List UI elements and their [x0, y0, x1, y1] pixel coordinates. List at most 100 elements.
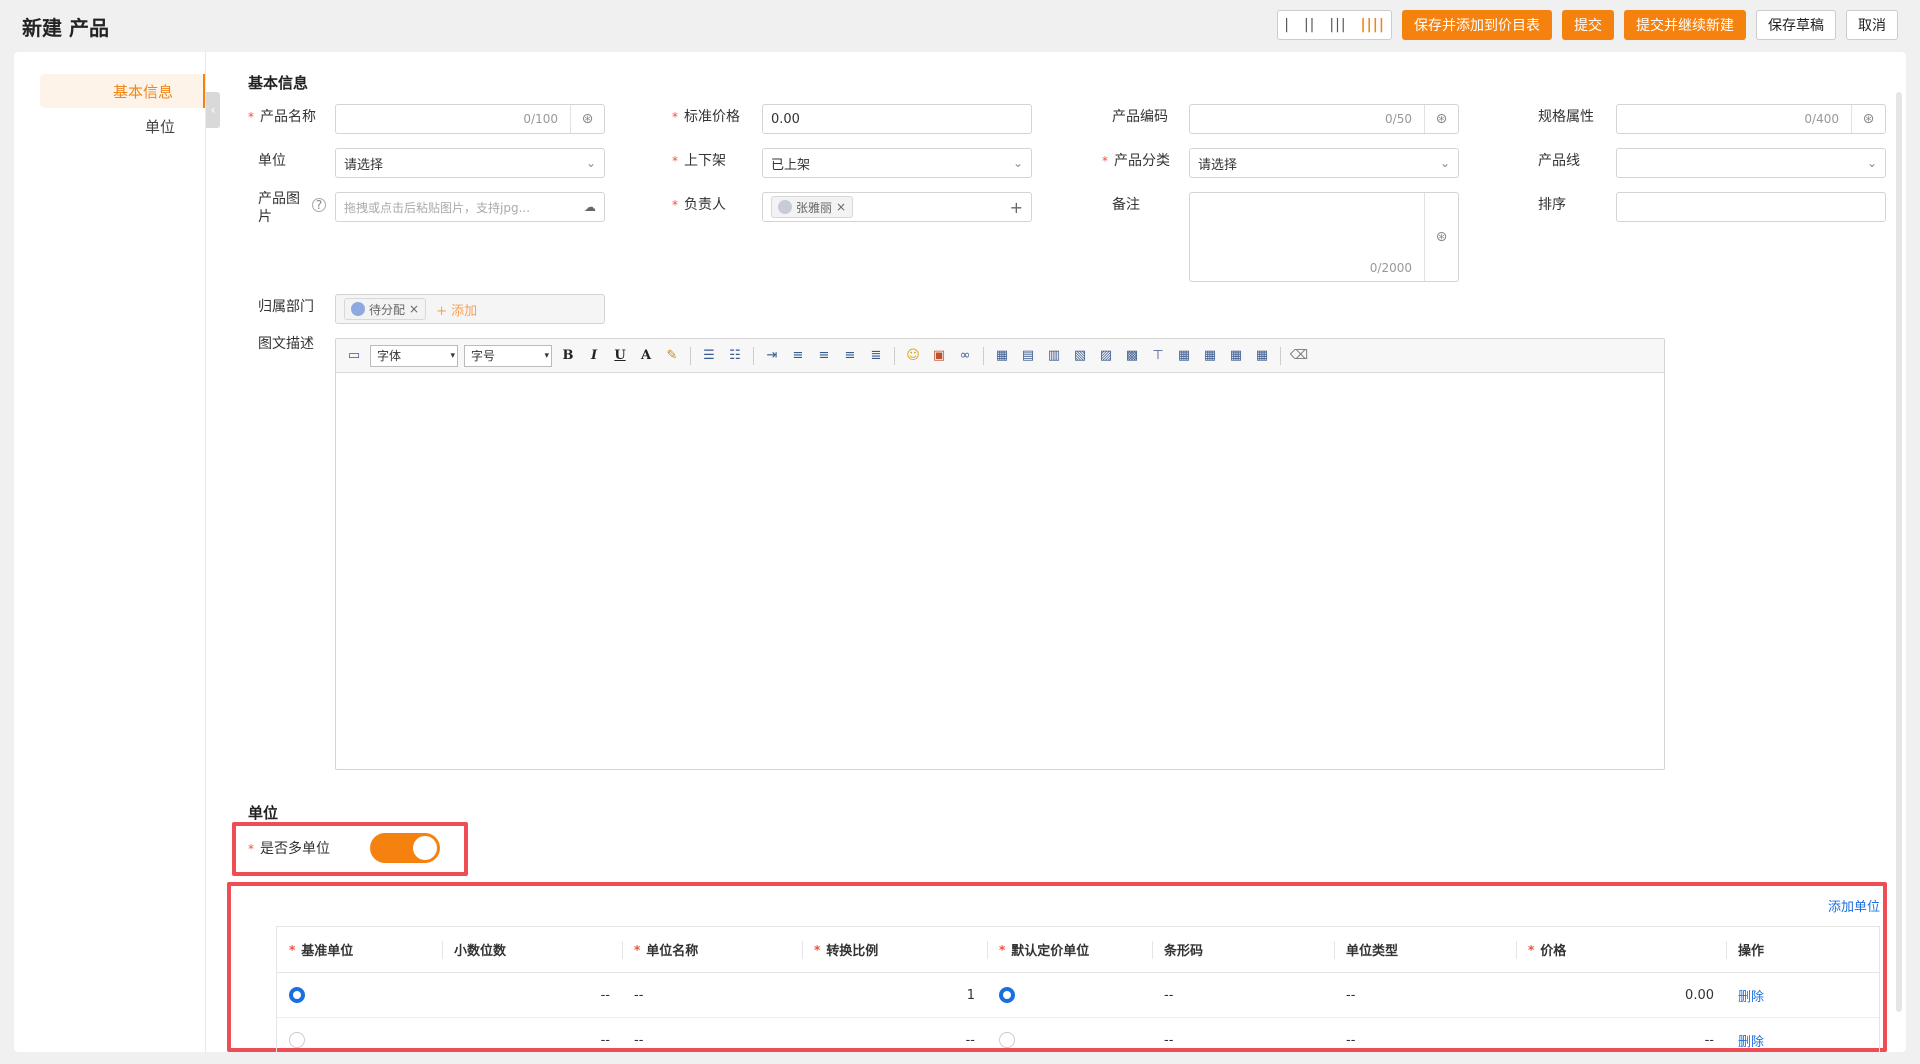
ordered-list-icon[interactable]: ☰: [699, 346, 719, 366]
insert-row-icon[interactable]: ▧: [1070, 346, 1090, 366]
layout-2-column-icon[interactable]: ||: [1304, 17, 1315, 33]
product-line-select[interactable]: ⌄: [1616, 148, 1886, 178]
delete-column-icon[interactable]: ⊤: [1148, 346, 1168, 366]
editor-body[interactable]: [336, 373, 1664, 769]
spec-attr-input[interactable]: 0/400 ⊛: [1616, 104, 1886, 134]
merge-cells-icon[interactable]: ▦: [1174, 346, 1194, 366]
column-header: 小数位数: [442, 927, 622, 972]
highlight-color-icon[interactable]: ✎: [662, 346, 682, 366]
sort-input[interactable]: [1616, 192, 1886, 222]
image-icon[interactable]: ▣: [929, 346, 949, 366]
department-tag-label: 待分配: [369, 302, 406, 317]
column-header: * 基准单位: [289, 942, 354, 960]
insert-table-icon[interactable]: ▦: [992, 346, 1012, 366]
unit-name-cell[interactable]: --: [622, 1018, 802, 1052]
unit-select[interactable]: 请选择 ⌄: [335, 148, 605, 178]
font-family-select[interactable]: 字体 ▾: [370, 344, 458, 367]
submit-continue-button[interactable]: 提交并继续新建: [1624, 10, 1746, 40]
dropdown-arrow-icon: ▾: [450, 350, 455, 361]
upload-cloud-icon[interactable]: ☁: [584, 200, 596, 214]
indent-icon[interactable]: ⇥: [762, 346, 782, 366]
insert-caption-icon[interactable]: ▥: [1044, 346, 1064, 366]
delete-link[interactable]: 删除: [1738, 986, 1764, 1005]
remark-label: 备注: [1112, 197, 1140, 213]
category-select[interactable]: 请选择 ⌄: [1189, 148, 1459, 178]
save-add-pricelist-button[interactable]: 保存并添加到价目表: [1402, 10, 1552, 40]
translate-icon[interactable]: ⊛: [1851, 105, 1885, 133]
align-left-icon[interactable]: ≡: [788, 346, 808, 366]
header-actions: | || ||| |||| 保存并添加到价目表 提交 提交并继续新建 保存草稿 …: [1277, 10, 1898, 40]
owner-selector[interactable]: 张雅丽 × +: [762, 192, 1032, 222]
layout-3-column-icon[interactable]: |||: [1329, 17, 1346, 33]
cancel-button[interactable]: 取消: [1846, 10, 1898, 40]
base-unit-radio[interactable]: [289, 987, 305, 1003]
split-cells-icon[interactable]: ▦: [1252, 346, 1272, 366]
italic-button[interactable]: I: [584, 346, 604, 366]
remark-textarea[interactable]: 0/2000 ⊛: [1189, 192, 1459, 282]
font-size-select[interactable]: 字号 ▾: [464, 344, 552, 367]
collapse-nav-icon[interactable]: ‹: [206, 92, 220, 128]
bold-button[interactable]: B: [558, 346, 578, 366]
remove-tag-icon[interactable]: ×: [409, 302, 419, 316]
help-icon[interactable]: ?: [312, 198, 326, 212]
unit-label: 单位: [258, 153, 286, 169]
layout-1-column-icon[interactable]: |: [1284, 17, 1290, 33]
product-image-upload[interactable]: 拖拽或点击后粘贴图片，支持jpg... ☁: [335, 192, 605, 222]
clear-format-icon[interactable]: ⌫: [1289, 346, 1309, 366]
category-select-value: 请选择: [1198, 157, 1238, 173]
link-icon[interactable]: ∞: [955, 346, 975, 366]
product-image-placeholder: 拖拽或点击后粘贴图片，支持jpg...: [344, 200, 531, 215]
shelf-status-select[interactable]: 已上架 ⌄: [762, 148, 1032, 178]
emoji-icon[interactable]: ☺: [903, 346, 923, 366]
owner-tag-label: 张雅丽: [796, 200, 833, 215]
insert-column-icon[interactable]: ▩: [1122, 346, 1142, 366]
product-name-input[interactable]: 0/100 ⊛: [335, 104, 605, 134]
merge-right-icon[interactable]: ▦: [1200, 346, 1220, 366]
vertical-scrollbar[interactable]: [1896, 92, 1902, 1012]
translate-icon[interactable]: ⊛: [1424, 105, 1458, 133]
department-tag: 待分配 ×: [344, 298, 427, 320]
delete-link[interactable]: 删除: [1738, 1031, 1764, 1050]
default-price-radio[interactable]: [999, 1032, 1015, 1048]
base-unit-radio[interactable]: [289, 1032, 305, 1048]
translate-icon[interactable]: ⊛: [1424, 193, 1458, 281]
save-draft-button[interactable]: 保存草稿: [1756, 10, 1836, 40]
layout-switcher: | || ||| ||||: [1277, 10, 1392, 40]
section-title-basic: 基本信息: [248, 74, 309, 92]
form-content: 基本信息 * 产品名称 0/100 ⊛ * 标准价格 0.00 产品编码 0/50 …: [227, 52, 1887, 1052]
underline-button[interactable]: U: [610, 346, 630, 366]
plus-icon[interactable]: +: [1010, 198, 1023, 217]
barcode-cell: --: [1164, 1032, 1174, 1048]
layout-4-column-icon[interactable]: ||||: [1361, 17, 1385, 33]
owner-label: * 负责人: [672, 197, 726, 213]
add-unit-link[interactable]: 添加单位: [1828, 896, 1880, 915]
source-code-icon[interactable]: ▭: [344, 346, 364, 366]
merge-down-icon[interactable]: ▦: [1226, 346, 1246, 366]
unit-name-cell[interactable]: --: [622, 973, 802, 1017]
align-center-icon[interactable]: ≡: [814, 346, 834, 366]
base-unit-cell: [277, 973, 442, 1017]
product-code-input[interactable]: 0/50 ⊛: [1189, 104, 1459, 134]
align-right-icon[interactable]: ≡: [840, 346, 860, 366]
default-price-radio[interactable]: [999, 987, 1015, 1003]
table-row: -- -- -- -- -- -- 删除: [277, 1018, 1879, 1052]
multi-unit-toggle[interactable]: [370, 833, 440, 863]
font-color-button[interactable]: A: [636, 346, 656, 366]
submit-button[interactable]: 提交: [1562, 10, 1614, 40]
table-props-icon[interactable]: ▤: [1018, 346, 1038, 366]
unit-type-cell: --: [1346, 1032, 1356, 1048]
nav-item-basic-info[interactable]: 基本信息: [40, 74, 205, 108]
department-selector[interactable]: 待分配 × + 添加: [335, 294, 605, 324]
column-header: * 默认定价单位: [987, 927, 1152, 972]
add-department-link[interactable]: + 添加: [436, 300, 477, 319]
department-icon: [351, 302, 365, 316]
unit-select-value: 请选择: [344, 157, 384, 173]
translate-icon[interactable]: ⊛: [570, 105, 604, 133]
remove-tag-icon[interactable]: ×: [836, 200, 846, 214]
unordered-list-icon[interactable]: ☷: [725, 346, 745, 366]
barcode-cell: --: [1164, 987, 1174, 1003]
standard-price-input[interactable]: 0.00: [762, 104, 1032, 134]
nav-item-unit[interactable]: 单位: [40, 109, 205, 143]
align-justify-icon[interactable]: ≣: [866, 346, 886, 366]
delete-row-icon[interactable]: ▨: [1096, 346, 1116, 366]
